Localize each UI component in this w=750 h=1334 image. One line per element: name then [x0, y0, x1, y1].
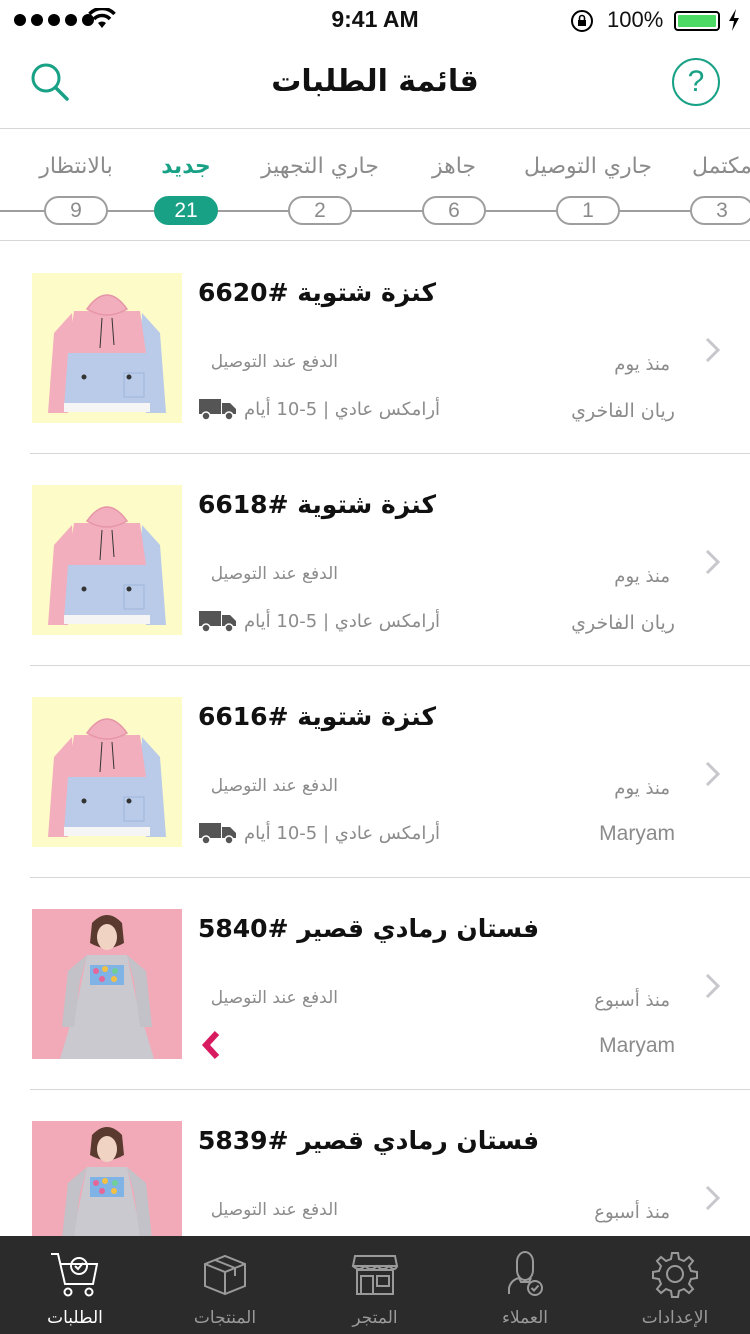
order-age: منذ يوم — [614, 778, 670, 799]
shipping-text: أرامكس عادي | 5-10 أيام — [244, 822, 441, 844]
gear-icon — [652, 1252, 698, 1298]
order-title: كنزة شتوية #6616 — [198, 702, 437, 731]
customer-icon — [508, 1251, 543, 1296]
help-icon[interactable]: ? — [672, 58, 720, 106]
shipping-info: أرامكس عادي | 5-10 أيام — [198, 396, 440, 422]
tab-count-badge: 6 — [422, 196, 486, 225]
order-age: منذ أسبوع — [594, 990, 670, 1011]
customer-name: Maryam — [599, 822, 675, 845]
order-title: فستان رمادي قصير #5839 — [198, 1126, 540, 1155]
shipping-text: أرامكس عادي | 5-10 أيام — [244, 610, 441, 632]
payment-method: الدفع عند التوصيل — [210, 1200, 338, 1220]
orientation-lock-icon — [571, 10, 593, 32]
customer-name: Maryam — [599, 1034, 675, 1057]
tab-count-badge: 2 — [288, 196, 352, 225]
payment-method: الدفع عند التوصيل — [210, 988, 338, 1008]
tabbar-orders[interactable]: الطلبات — [0, 1236, 150, 1334]
product-thumbnail — [32, 485, 182, 635]
chevron-right-icon[interactable] — [704, 336, 722, 364]
tabbar-label: المتجر — [352, 1308, 398, 1328]
battery-percentage: 100% — [607, 7, 664, 32]
tabbar-settings[interactable]: الإعدادات — [600, 1236, 750, 1334]
order-title: كنزة شتوية #6618 — [198, 490, 437, 519]
payment-method: الدفع عند التوصيل — [210, 776, 338, 796]
order-row[interactable]: فستان رمادي قصير #5839 الدفع عند التوصيل… — [0, 1090, 750, 1236]
page-title: قائمة الطلبات — [271, 64, 479, 99]
order-row[interactable]: فستان رمادي قصير #5840 الدفع عند التوصيل… — [0, 878, 750, 1090]
tabbar-label: المنتجات — [193, 1308, 257, 1328]
chevron-right-icon[interactable] — [704, 1184, 722, 1212]
chevron-right-icon[interactable] — [704, 760, 722, 788]
product-thumbnail — [32, 697, 182, 847]
hoodie-image — [32, 273, 182, 423]
truck-icon — [199, 399, 236, 421]
tabbar-products[interactable]: المنتجات — [150, 1236, 300, 1334]
hoodie-image — [32, 697, 182, 847]
cart-icon — [51, 1253, 99, 1297]
truck-icon — [199, 611, 236, 633]
tab-count-badge: 1 — [556, 196, 620, 225]
tabbar-customers[interactable]: العملاء — [450, 1236, 600, 1334]
product-thumbnail — [32, 273, 182, 423]
tabbar-store[interactable]: المتجر — [300, 1236, 450, 1334]
dress-image — [32, 1121, 182, 1236]
customer-name: ريان الفاخري — [571, 612, 675, 634]
tab-count-badge: 21 — [154, 196, 218, 225]
store-icon — [351, 1255, 399, 1295]
payment-method: الدفع عند التوصيل — [210, 352, 338, 372]
order-age: منذ يوم — [614, 354, 670, 375]
order-row[interactable]: كنزة شتوية #6620 الدفع عند التوصيل منذ ي… — [0, 242, 750, 454]
order-row[interactable]: كنزة شتوية #6618 الدفع عند التوصيل منذ ي… — [0, 454, 750, 666]
tabbar-label: الإعدادات — [641, 1308, 709, 1328]
shipping-info: أرامكس عادي | 5-10 أيام — [198, 608, 440, 634]
tab-completed[interactable]: مكتمل 3 — [637, 154, 750, 230]
truck-icon — [199, 823, 236, 845]
order-age: منذ أسبوع — [594, 1202, 670, 1223]
customer-name: ريان الفاخري — [571, 400, 675, 422]
shipping-info: أرامكس عادي | 5-10 أيام — [198, 820, 440, 846]
chevron-right-icon[interactable] — [704, 548, 722, 576]
charging-bolt-icon — [729, 9, 739, 31]
box-icon — [204, 1254, 246, 1296]
tab-count-badge: 9 — [44, 196, 108, 225]
dress-image — [32, 909, 182, 1059]
order-row[interactable]: كنزة شتوية #6616 الدفع عند التوصيل منذ ي… — [0, 666, 750, 878]
hoodie-image — [32, 485, 182, 635]
bottom-tab-bar: الإعدادات العملاء المتجر المنتجات الطلبا… — [0, 1236, 750, 1334]
chevron-right-icon[interactable] — [704, 972, 722, 1000]
shipping-text: أرامكس عادي | 5-10 أيام — [244, 398, 441, 420]
order-list: كنزة شتوية #6620 الدفع عند التوصيل منذ ي… — [0, 242, 750, 1236]
order-title: كنزة شتوية #6620 — [198, 278, 437, 307]
battery-icon — [674, 11, 720, 31]
product-thumbnail — [32, 1121, 182, 1236]
payment-method: الدفع عند التوصيل — [210, 564, 338, 584]
navigation-bar: قائمة الطلبات ? — [0, 40, 750, 129]
tab-label: مكتمل — [692, 154, 750, 179]
product-thumbnail — [32, 909, 182, 1059]
tabbar-label: العملاء — [501, 1308, 549, 1328]
tab-count-badge: 3 — [690, 196, 750, 225]
chevron-left-icon — [201, 1030, 220, 1060]
order-status-tabs: بالانتظار 9 جديد 21 جاري التجهيز 2 جاهز … — [0, 130, 750, 241]
order-age: منذ يوم — [614, 566, 670, 587]
tabbar-label: الطلبات — [47, 1308, 103, 1328]
order-title: فستان رمادي قصير #5840 — [198, 914, 540, 943]
status-bar: 9:41 AM 100% — [0, 0, 750, 40]
